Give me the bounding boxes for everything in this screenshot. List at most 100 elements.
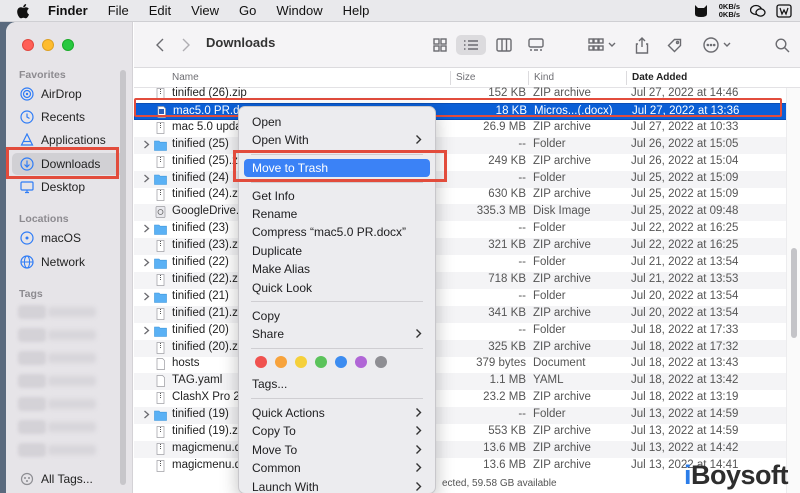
grid-icon: [433, 38, 447, 52]
disclosure-triangle-icon[interactable]: [142, 224, 151, 233]
file-row[interactable]: hosts 379 bytes Document Jul 18, 2022 at 13…: [134, 356, 800, 373]
zoom-button[interactable]: [62, 39, 74, 51]
file-list-scrollbar[interactable]: [786, 88, 800, 493]
tag-blurred[interactable]: [18, 351, 46, 365]
menu-item-quick-actions[interactable]: Quick Actions: [244, 404, 430, 422]
file-row[interactable]: tinified (24).z 630 KB ZIP archive Jul 25, …: [134, 187, 800, 204]
menu-edit[interactable]: Edit: [149, 3, 171, 18]
file-kind: ZIP archive: [533, 340, 591, 353]
file-row[interactable]: tinified (21) -- Folder Jul 20, 2022 at 13:…: [134, 289, 800, 306]
menu-item-rename[interactable]: Rename: [244, 205, 430, 223]
close-button[interactable]: [22, 39, 34, 51]
sidebar-item-all-tags[interactable]: All Tags...: [12, 468, 126, 490]
column-date-added[interactable]: Date Added: [632, 72, 687, 83]
minimize-button[interactable]: [42, 39, 54, 51]
action-button[interactable]: [700, 35, 734, 55]
file-row[interactable]: GoogleDrive.d 335.3 MB Disk Image Jul 25, 2…: [134, 204, 800, 222]
menu-item-share[interactable]: Share: [244, 325, 430, 343]
network-speed[interactable]: 0KB/s 0KB/s: [719, 3, 740, 19]
tag-blurred[interactable]: [18, 305, 46, 319]
menu-view[interactable]: View: [191, 3, 219, 18]
file-row[interactable]: tinified (20).zi 325 KB ZIP archive Jul 18,…: [134, 339, 800, 357]
file-row[interactable]: magicmenu.dr 13.6 MB ZIP archive Jul 13, 20…: [134, 440, 800, 458]
tag-color-dot[interactable]: [355, 356, 367, 368]
sidebar-item-desktop[interactable]: Desktop: [12, 176, 126, 198]
search-button[interactable]: [772, 35, 792, 55]
file-kind: Disk Image: [533, 205, 591, 218]
menu-item-duplicate[interactable]: Duplicate: [244, 242, 430, 260]
disclosure-triangle-icon[interactable]: [142, 326, 151, 335]
window-manager-icon[interactable]: [776, 4, 792, 18]
tag-button[interactable]: [664, 35, 684, 55]
sidebar-item-macos[interactable]: macOS: [12, 227, 126, 249]
column-name[interactable]: Name: [172, 72, 199, 83]
cat-icon[interactable]: [693, 4, 709, 18]
tag-blurred[interactable]: [18, 374, 46, 388]
clock-icon: [20, 110, 34, 124]
file-row[interactable]: tinified (19).z 553 KB ZIP archive Jul 13, …: [134, 424, 800, 441]
group-by-button[interactable]: [584, 35, 620, 55]
tag-color-dot[interactable]: [315, 356, 327, 368]
share-button[interactable]: [632, 35, 652, 55]
menu-item-common[interactable]: Common: [244, 459, 430, 477]
disclosure-triangle-icon[interactable]: [142, 410, 151, 419]
file-row[interactable]: mac 5.0 upda 26.9 MB ZIP archive Jul 27, 20…: [134, 120, 800, 137]
file-row[interactable]: ClashX Pro 2. 23.2 MB ZIP archive Jul 18, 2…: [134, 390, 800, 407]
column-view-button[interactable]: [492, 35, 516, 55]
column-kind[interactable]: Kind: [534, 72, 554, 83]
file-kind: Folder: [533, 408, 566, 421]
menu-item-copy-to[interactable]: Copy To: [244, 422, 430, 440]
tag-blurred[interactable]: [18, 443, 46, 457]
tag-color-dot[interactable]: [275, 356, 287, 368]
menu-file[interactable]: File: [108, 3, 129, 18]
tag-blurred[interactable]: [18, 420, 46, 434]
tag-blurred[interactable]: [18, 397, 46, 411]
menu-item-copy[interactable]: Copy: [244, 307, 430, 325]
menu-item-open[interactable]: Open: [244, 113, 430, 131]
menu-item-compress[interactable]: Compress “mac5.0 PR.docx”: [244, 223, 430, 241]
gallery-view-button[interactable]: [524, 35, 548, 55]
menu-help[interactable]: Help: [343, 3, 370, 18]
menu-go[interactable]: Go: [239, 3, 256, 18]
tag-blurred[interactable]: [18, 328, 46, 342]
file-row[interactable]: tinified (23).z 321 KB ZIP archive Jul 22, …: [134, 238, 800, 256]
menu-item-tags[interactable]: Tags...: [244, 375, 430, 393]
menu-finder[interactable]: Finder: [48, 3, 88, 18]
tag-color-dot[interactable]: [255, 356, 267, 368]
file-size: --: [518, 408, 526, 421]
tag-color-dot[interactable]: [295, 356, 307, 368]
file-row[interactable]: TAG.yaml 1.1 MB YAML Jul 18, 2022 at 13:42: [134, 373, 800, 391]
sidebar-item-airdrop[interactable]: AirDrop: [12, 83, 126, 105]
disclosure-triangle-icon[interactable]: [142, 174, 151, 183]
sidebar-scrollbar[interactable]: [120, 70, 126, 485]
menu-item-launch-with[interactable]: Launch With: [244, 478, 430, 493]
sidebar-item-network[interactable]: Network: [12, 251, 126, 273]
back-button[interactable]: [150, 35, 170, 55]
wechat-icon[interactable]: [750, 4, 766, 18]
tag-color-dot[interactable]: [335, 356, 347, 368]
menu-window[interactable]: Window: [276, 3, 322, 18]
menu-item-move-to[interactable]: Move To: [244, 441, 430, 459]
menu-item-label: Open With: [252, 133, 309, 147]
tag-color-dot[interactable]: [375, 356, 387, 368]
menu-item-get-info[interactable]: Get Info: [244, 187, 430, 205]
disclosure-triangle-icon[interactable]: [142, 258, 151, 267]
file-row[interactable]: tinified (19) -- Folder Jul 13, 2022 at 14:…: [134, 407, 800, 425]
sidebar-item-recents[interactable]: Recents: [12, 106, 126, 128]
menu-item-quick-look[interactable]: Quick Look: [244, 279, 430, 297]
file-row[interactable]: tinified (22).z 718 KB ZIP archive Jul 21, …: [134, 271, 800, 289]
apple-logo-icon[interactable]: [16, 3, 30, 19]
column-size[interactable]: Size: [456, 72, 475, 83]
menu-item-make-alias[interactable]: Make Alias: [244, 260, 430, 278]
file-row[interactable]: tinified (23) -- Folder Jul 22, 2022 at 16:…: [134, 221, 800, 238]
list-view-button[interactable]: [456, 35, 486, 55]
file-row[interactable]: tinified (20) -- Folder Jul 18, 2022 at 17:…: [134, 323, 800, 340]
file-row[interactable]: tinified (21).zi 341 KB ZIP archive Jul 20,…: [134, 305, 800, 323]
menu-item-open-with[interactable]: Open With: [244, 131, 430, 149]
disclosure-triangle-icon[interactable]: [142, 292, 151, 301]
file-row[interactable]: tinified (22) -- Folder Jul 21, 2022 at 13:…: [134, 255, 800, 272]
disclosure-triangle-icon[interactable]: [142, 140, 151, 149]
forward-button[interactable]: [176, 35, 196, 55]
scrollbar-thumb[interactable]: [791, 248, 797, 338]
icon-view-button[interactable]: [428, 35, 452, 55]
